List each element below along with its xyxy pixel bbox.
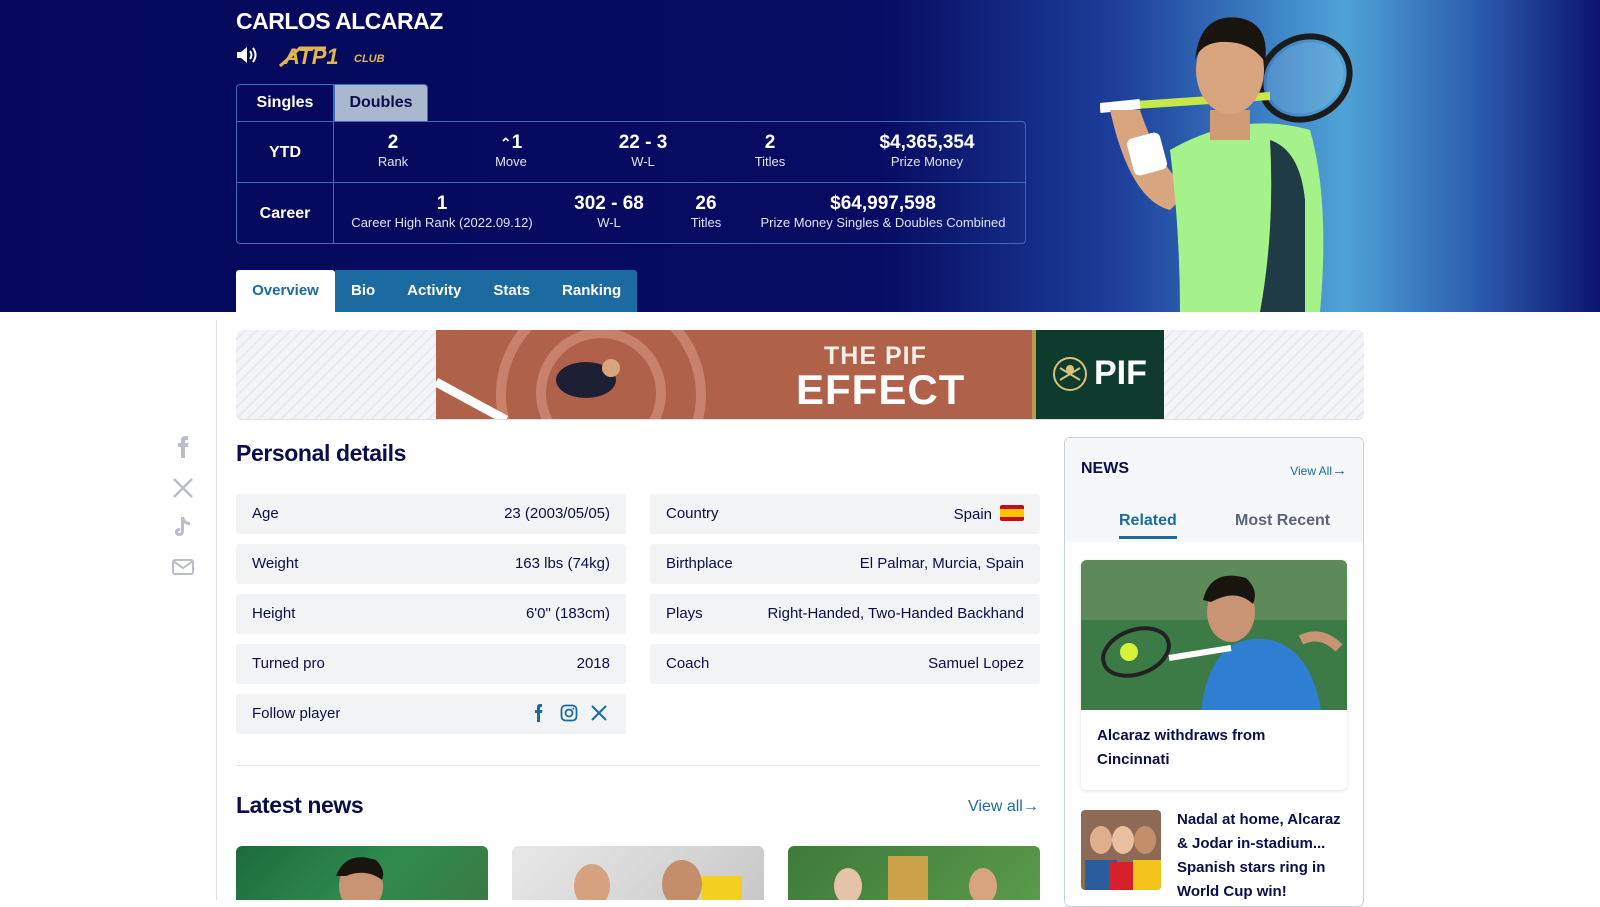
detail-age: Age 23 (2003/05/05)	[236, 494, 626, 534]
tab-overview[interactable]: Overview	[236, 270, 335, 312]
detail-follow-player: Follow player	[236, 694, 626, 734]
featured-news-card[interactable]: Alcaraz withdraws from Cincinnati	[1081, 560, 1347, 790]
career-high-rank: 1 Career High Rank (2022.09.12)	[351, 193, 533, 230]
facebook-icon[interactable]	[530, 704, 548, 722]
atp1-club-logo: ATP1 CLUB	[278, 44, 385, 68]
news-card[interactable]	[236, 846, 488, 900]
ad-banner-container: THE PIF EFFECT PIF	[236, 330, 1364, 420]
atp-badge-text: ATP1	[283, 44, 339, 68]
arrow-right-icon: →	[1332, 462, 1347, 479]
player-hero: CARLOS ALCARAZ ATP1 CLUB Singles Doubles…	[0, 0, 1600, 312]
detail-coach: Coach Samuel Lopez	[650, 644, 1040, 684]
career-label: Career	[237, 183, 334, 244]
detail-height: Height 6'0" (183cm)	[236, 594, 626, 634]
news-sidebar-title: NEWS	[1081, 460, 1129, 477]
profile-nav-tabs: Overview Bio Activity Stats Ranking	[236, 270, 638, 312]
news-card-image	[574, 860, 742, 900]
detail-weight: Weight 163 lbs (74kg)	[236, 544, 626, 584]
speaker-icon[interactable]	[236, 45, 258, 65]
ytd-row: YTD 2 Rank ⌃1 Move 22 - 3 W-L 2 Titles $4,3…	[237, 122, 1025, 183]
news-item-image	[1081, 810, 1161, 890]
personal-details-title: Personal details	[236, 440, 407, 466]
player-name: CARLOS ALCARAZ	[236, 8, 443, 34]
career-row: Career 1 Career High Rank (2022.09.12) 30…	[237, 183, 1025, 244]
ytd-titles: 2 Titles	[754, 132, 786, 169]
news-sidebar: NEWS View All→ Related Most Recent Alcar…	[1064, 437, 1364, 907]
ytd-prize-money: $4,365,354 Prize Money	[879, 132, 975, 169]
tab-activity[interactable]: Activity	[391, 270, 478, 312]
detail-birthplace: Birthplace El Palmar, Murcia, Spain	[650, 544, 1040, 584]
section-divider	[236, 765, 1040, 766]
atp-badge-suffix: CLUB	[354, 53, 385, 65]
ytd-rank: 2 Rank	[377, 132, 409, 169]
detail-turned-pro: Turned pro 2018	[236, 644, 626, 684]
tab-singles[interactable]: Singles	[236, 84, 334, 122]
career-prize-money: $64,997,598 Prize Money Singles & Doubles…	[760, 193, 1006, 230]
pif-advertisement[interactable]: THE PIF EFFECT PIF	[436, 330, 1164, 419]
tab-bio[interactable]: Bio	[335, 270, 392, 312]
facebook-share-icon[interactable]	[172, 436, 194, 458]
ytd-wl: 22 - 3 W-L	[618, 132, 668, 169]
tab-related[interactable]: Related	[1119, 512, 1177, 539]
latest-news-view-all-link[interactable]: View all→	[968, 798, 1039, 816]
news-sidebar-view-all[interactable]: View All→	[1290, 462, 1347, 479]
news-item-title[interactable]: Nadal at home, Alcaraz & Jodar in-stadiu…	[1177, 808, 1353, 904]
tab-doubles[interactable]: Doubles	[334, 84, 428, 122]
ytd-label: YTD	[237, 122, 334, 183]
email-share-icon[interactable]	[172, 556, 194, 578]
news-card-image	[336, 857, 384, 900]
move-up-icon: ⌃	[499, 135, 512, 151]
ad-headline-2: EFFECT	[796, 366, 966, 413]
news-card-image	[834, 856, 997, 900]
follow-links	[530, 704, 608, 722]
featured-news-image	[1081, 560, 1347, 710]
career-titles: 26 Titles	[690, 193, 722, 230]
news-card[interactable]	[512, 846, 764, 900]
instagram-icon[interactable]	[560, 704, 578, 722]
pif-brand-block: PIF	[1032, 330, 1164, 419]
news-sidebar-header: NEWS View All→ Related Most Recent	[1065, 438, 1363, 542]
detail-plays: Plays Right-Handed, Two-Handed Backhand	[650, 594, 1040, 634]
latest-news-title: Latest news	[236, 792, 364, 818]
pif-emblem-icon	[1053, 357, 1087, 391]
content-divider	[216, 320, 217, 900]
spain-flag-icon	[1000, 505, 1024, 521]
tab-stats[interactable]: Stats	[477, 270, 547, 312]
rank-type-tabs: Singles Doubles	[236, 84, 428, 122]
career-wl: 302 - 68 W-L	[574, 193, 644, 230]
pif-brand-text: PIF	[1094, 354, 1147, 392]
detail-country: Country Spain	[650, 494, 1040, 534]
arrow-right-icon: →	[1022, 798, 1039, 815]
news-item-thumbnail[interactable]	[1081, 810, 1161, 890]
ytd-move: ⌃1 Move	[495, 132, 527, 169]
x-share-icon[interactable]	[172, 477, 194, 499]
tab-ranking[interactable]: Ranking	[546, 270, 638, 312]
news-card[interactable]	[788, 846, 1040, 900]
stats-table: YTD 2 Rank ⌃1 Move 22 - 3 W-L 2 Titles $4,3…	[236, 121, 1026, 244]
x-icon[interactable]	[590, 704, 608, 722]
tab-most-recent[interactable]: Most Recent	[1235, 512, 1330, 530]
tiktok-share-icon[interactable]	[172, 516, 194, 538]
player-photo	[1100, 17, 1353, 312]
featured-news-title: Alcaraz withdraws from Cincinnati	[1097, 727, 1266, 768]
